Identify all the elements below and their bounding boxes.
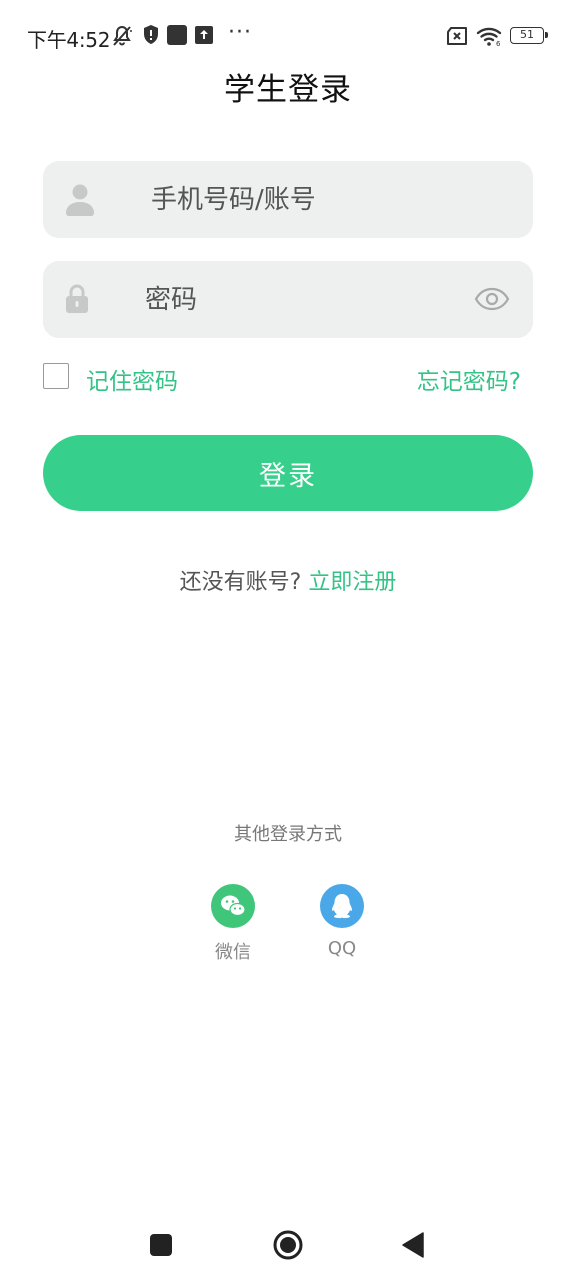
svg-text:6: 6 — [496, 40, 501, 47]
recents-icon[interactable] — [149, 1233, 173, 1257]
other-login-title: 其他登录方式 — [234, 824, 342, 845]
wifi-icon: 6 — [476, 27, 502, 47]
password-field[interactable] — [43, 261, 533, 338]
mute-bell-icon — [113, 25, 132, 46]
register-link[interactable]: 立即注册 — [308, 570, 396, 595]
user-icon — [66, 184, 94, 216]
qq-icon — [320, 884, 364, 928]
shield-icon — [144, 25, 158, 44]
battery-icon: 51 — [510, 27, 548, 44]
eye-icon[interactable] — [474, 286, 510, 312]
remember-password-label[interactable]: 记住密码 — [86, 362, 178, 396]
login-screen: 下午4:52 ··· 6 51 学生登录 手机号码/账号 记住密码 忘记密码? … — [0, 0, 576, 1280]
home-icon[interactable] — [272, 1229, 304, 1261]
upload-icon — [195, 26, 213, 44]
navigation-bar — [0, 1215, 576, 1275]
more-notifications-icon: ··· — [228, 20, 252, 45]
account-input[interactable] — [151, 161, 521, 238]
back-icon[interactable] — [401, 1232, 425, 1258]
register-row: 还没有账号? 立即注册 — [0, 564, 576, 596]
wechat-login-button[interactable]: 微信 — [193, 884, 273, 964]
status-bar: 下午4:52 ··· 6 51 — [0, 0, 576, 72]
remember-password-checkbox[interactable] — [43, 363, 69, 389]
wechat-icon — [211, 884, 255, 928]
forgot-password-link[interactable]: 忘记密码? — [417, 362, 521, 396]
account-field[interactable] — [43, 161, 533, 238]
qq-label: QQ — [327, 938, 357, 959]
app-square-icon — [167, 25, 187, 45]
status-time: 下午4:52 — [27, 28, 111, 52]
qq-login-button[interactable]: QQ — [302, 884, 382, 959]
login-button[interactable]: 登录 — [43, 435, 533, 511]
lock-icon — [66, 284, 88, 313]
page-title: 学生登录 — [224, 72, 352, 108]
sim-x-icon — [447, 27, 467, 45]
register-prompt: 还没有账号? — [179, 570, 302, 595]
password-input[interactable] — [145, 261, 485, 338]
wechat-label: 微信 — [215, 942, 251, 963]
